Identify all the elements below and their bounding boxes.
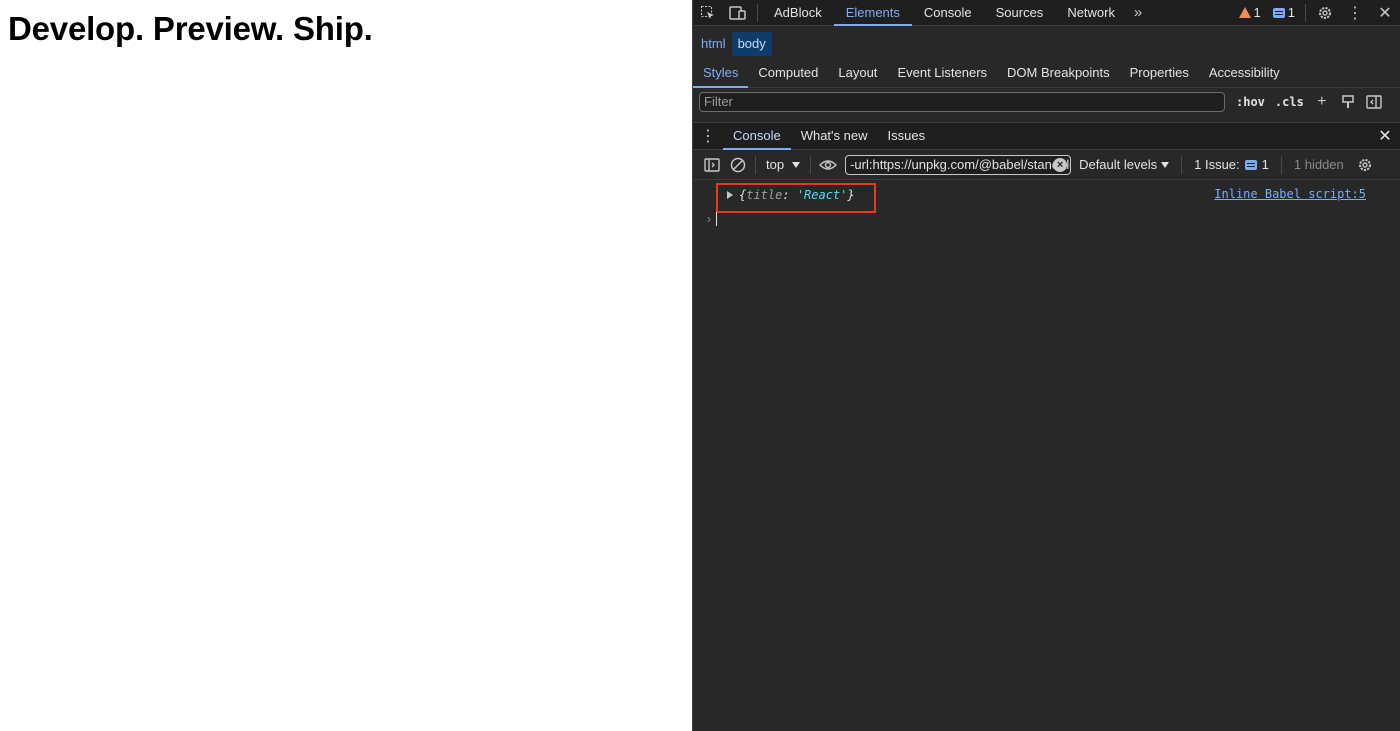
tab-event-listeners[interactable]: Event Listeners	[887, 58, 997, 88]
toolbar-divider	[757, 3, 758, 22]
breadcrumb-html[interactable]: html	[695, 32, 732, 56]
log-levels-label: Default levels	[1079, 157, 1158, 172]
console-settings-gear-icon[interactable]	[1352, 153, 1378, 177]
source-link[interactable]: Inline Babel script:5	[1214, 187, 1366, 201]
drawer-menu-icon[interactable]: ⋮	[693, 126, 723, 146]
close-devtools-icon[interactable]: ✕	[1370, 0, 1400, 26]
clear-console-icon[interactable]	[725, 153, 751, 177]
console-filter-input[interactable]: -url:https://unpkg.com/@babel/standalone…	[845, 154, 1072, 175]
inspect-element-icon[interactable]	[693, 0, 723, 26]
context-selector[interactable]: top	[760, 157, 806, 172]
chevron-down-icon	[1161, 161, 1170, 168]
tab-elements[interactable]: Elements	[833, 0, 913, 26]
live-expression-eye-icon[interactable]	[815, 153, 841, 177]
toggle-sidebar-icon[interactable]	[1361, 90, 1387, 114]
page-heading: Develop. Preview. Ship.	[8, 10, 373, 47]
more-tabs-icon[interactable]: »	[1127, 0, 1149, 26]
messages-count: 1	[1287, 5, 1295, 20]
tab-properties[interactable]: Properties	[1120, 58, 1199, 88]
styles-pane-tabbar: Styles Computed Layout Event Listeners D…	[693, 58, 1400, 88]
warning-icon	[1238, 7, 1251, 18]
hov-toggle[interactable]: :hov	[1231, 95, 1270, 109]
close-brace: }	[847, 188, 855, 202]
cls-toggle[interactable]: .cls	[1270, 95, 1309, 109]
tab-sources[interactable]: Sources	[984, 0, 1056, 26]
toolbar-divider	[1181, 155, 1183, 174]
console-message-row: {title: 'React'} Inline Babel script:5	[693, 183, 1400, 213]
object-value: 'React'	[796, 188, 848, 202]
drawer-tabbar: ⋮ Console What's new Issues ✕	[693, 122, 1400, 150]
toolbar-divider	[1305, 3, 1306, 22]
tab-adblock[interactable]: AdBlock	[762, 0, 834, 26]
console-sidebar-icon[interactable]	[699, 153, 725, 177]
tab-console[interactable]: Console	[912, 0, 984, 26]
toolbar-divider	[810, 155, 812, 174]
context-label: top	[766, 157, 785, 172]
issues-counter[interactable]: 1 Issue: 1	[1186, 157, 1277, 172]
devtools-panel: AdBlock Elements Console Sources Network…	[692, 0, 1400, 731]
breadcrumb: html body	[693, 30, 1400, 58]
object-preview: {title: 'React'}	[739, 188, 855, 202]
message-icon	[1272, 7, 1285, 18]
more-options-icon[interactable]: ⋮	[1340, 0, 1370, 26]
hidden-messages-count: 1 hidden	[1293, 157, 1344, 172]
clear-filter-icon[interactable]: ×	[1053, 157, 1068, 172]
paint-brush-icon[interactable]	[1335, 90, 1361, 114]
tab-styles[interactable]: Styles	[693, 58, 749, 88]
object-key: title	[746, 188, 783, 202]
drawer-tab-whats-new[interactable]: What's new	[791, 122, 878, 150]
text-cursor	[716, 212, 717, 226]
warnings-badge[interactable]: 1	[1233, 5, 1267, 20]
styles-filter-row: Filter :hov .cls +	[693, 89, 1400, 115]
tab-accessibility[interactable]: Accessibility	[1199, 58, 1290, 88]
tab-dom-breakpoints[interactable]: DOM Breakpoints	[997, 58, 1120, 88]
expand-triangle-icon[interactable]	[727, 191, 733, 199]
close-drawer-icon[interactable]: ✕	[1370, 126, 1400, 146]
device-toolbar-icon[interactable]	[723, 0, 753, 26]
breadcrumb-body[interactable]: body	[731, 32, 772, 56]
new-style-rule-icon[interactable]: +	[1309, 90, 1335, 114]
styles-filter-input[interactable]: Filter	[699, 92, 1225, 112]
log-levels-dropdown[interactable]: Default levels	[1071, 157, 1177, 172]
tab-network[interactable]: Network	[1055, 0, 1127, 26]
issues-count: 1	[1261, 157, 1269, 172]
logged-object[interactable]: {title: 'React'}	[727, 188, 855, 202]
drawer-tab-issues[interactable]: Issues	[878, 122, 936, 150]
page-content: Develop. Preview. Ship.	[0, 0, 692, 731]
warnings-count: 1	[1253, 5, 1261, 20]
console-toolbar: top -url:https://unpkg.com/@babel/standa…	[693, 150, 1400, 180]
issues-label: 1 Issue:	[1194, 157, 1240, 172]
console-prompt[interactable]: ›	[707, 212, 717, 226]
tab-layout[interactable]: Layout	[828, 58, 887, 88]
prompt-chevron-icon: ›	[707, 212, 711, 226]
chevron-down-icon	[792, 161, 801, 168]
toolbar-divider	[1280, 155, 1282, 174]
console-filter-value: -url:https://unpkg.com/@babel/standalone	[850, 156, 1072, 172]
message-icon	[1244, 159, 1257, 170]
toolbar-divider	[755, 155, 756, 174]
tab-computed[interactable]: Computed	[748, 58, 828, 88]
settings-gear-icon[interactable]	[1310, 0, 1340, 26]
devtools-main-tabbar: AdBlock Elements Console Sources Network…	[693, 0, 1400, 26]
messages-badge[interactable]: 1	[1267, 5, 1301, 20]
drawer-tab-console[interactable]: Console	[723, 122, 791, 150]
object-colon: :	[782, 188, 797, 202]
